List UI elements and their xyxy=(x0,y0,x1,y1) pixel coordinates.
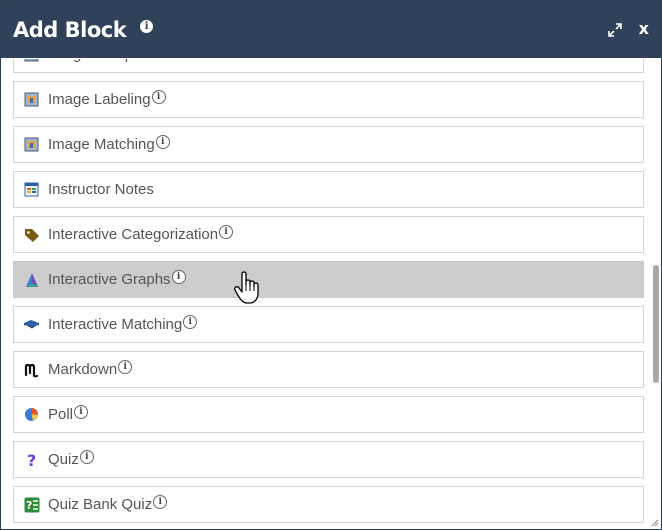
info-icon[interactable]: i xyxy=(140,20,154,33)
dialog-title: Add Block xyxy=(13,17,127,42)
block-item-label: Markdown xyxy=(48,361,118,378)
block-item-label: Image Matching xyxy=(48,136,155,153)
image-labeling-icon xyxy=(23,91,40,108)
block-list-container: Image HotspotsiImage LabelingiImage Matc… xyxy=(1,59,661,529)
markdown-icon xyxy=(23,361,40,378)
info-icon[interactable]: i xyxy=(118,359,133,374)
info-icon[interactable]: i xyxy=(171,269,186,284)
close-button[interactable]: x xyxy=(639,19,649,38)
block-item-label: Instructor Notes xyxy=(48,181,154,198)
quiz-bank-icon: ? xyxy=(23,496,40,513)
info-icon[interactable]: i xyxy=(74,404,89,419)
book-icon xyxy=(23,316,40,333)
block-item-label: Interactive Categorization xyxy=(48,226,219,243)
pie-chart-icon xyxy=(23,406,40,423)
scrollbar-thumb[interactable] xyxy=(653,265,659,383)
image-matching-icon xyxy=(23,136,40,153)
question-icon: ? xyxy=(23,451,40,468)
info-icon[interactable]: i xyxy=(219,224,234,239)
block-item-label: Quiz Bank Quiz xyxy=(48,496,153,513)
block-item-image-hotspots[interactable]: Image Hotspotsi xyxy=(13,59,644,73)
block-item-label: Image Labeling xyxy=(48,91,151,108)
block-item-label: Image Hotspots xyxy=(48,59,153,63)
add-block-dialog: Add Block i x Image HotspotsiImage Label… xyxy=(0,0,662,530)
image-hotspots-icon xyxy=(23,59,40,63)
info-icon[interactable]: i xyxy=(155,134,170,149)
instructor-notes-icon xyxy=(23,181,40,198)
scrollbar[interactable] xyxy=(653,61,659,527)
resize-handle-icon[interactable] xyxy=(649,517,659,527)
info-icon[interactable]: i xyxy=(79,449,94,464)
block-item-image-matching[interactable]: Image Matching i xyxy=(13,126,644,163)
hand-cursor-icon xyxy=(234,271,259,304)
block-item-interactive-graphs[interactable]: Interactive Graphs i xyxy=(13,261,644,298)
block-item-markdown[interactable]: Markdown i xyxy=(13,351,644,388)
block-item-label: Poll xyxy=(48,406,74,423)
svg-text:?: ? xyxy=(27,452,36,468)
tag-icon xyxy=(23,226,40,243)
block-item-interactive-matching[interactable]: Interactive Matching i xyxy=(13,306,644,343)
expand-icon[interactable] xyxy=(607,22,623,38)
block-item-image-labeling[interactable]: Image Labeling i xyxy=(13,81,644,118)
block-item-poll[interactable]: Poll i xyxy=(13,396,644,433)
info-icon[interactable]: i xyxy=(183,314,198,329)
block-item-instructor-notes[interactable]: Instructor Notes xyxy=(13,171,644,208)
block-item-label: Interactive Graphs xyxy=(48,271,171,288)
svg-text:?: ? xyxy=(26,499,32,512)
info-icon[interactable]: i xyxy=(151,89,166,104)
block-item-label: Quiz xyxy=(48,451,79,468)
dialog-titlebar: Add Block i x xyxy=(1,1,661,58)
block-item-quiz[interactable]: ? Quiz i xyxy=(13,441,644,478)
info-icon[interactable]: i xyxy=(153,494,168,509)
block-item-interactive-categorization[interactable]: Interactive Categorization i xyxy=(13,216,644,253)
block-item-label: Interactive Matching xyxy=(48,316,183,333)
block-list: Image HotspotsiImage LabelingiImage Matc… xyxy=(13,59,644,529)
graph-icon xyxy=(23,271,40,288)
block-item-quiz-bank-quiz[interactable]: ? Quiz Bank Quiz i xyxy=(13,486,644,523)
